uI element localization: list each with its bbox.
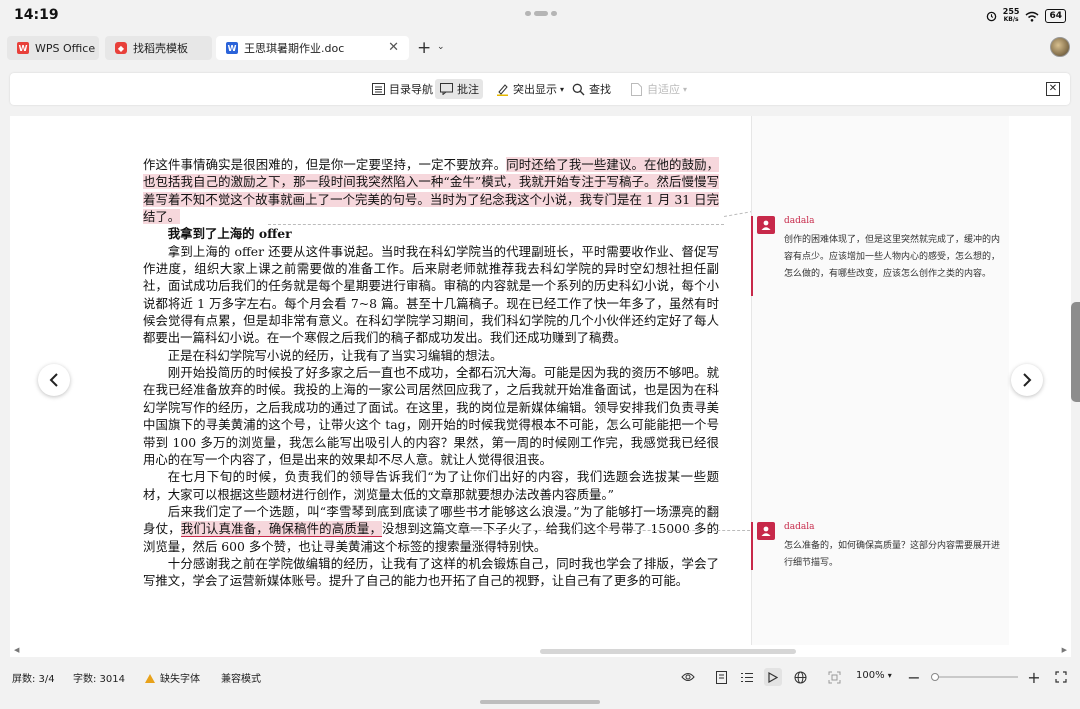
close-tab-icon[interactable]: ✕ bbox=[388, 40, 399, 55]
paragraph: 十分感谢我之前在学院做编辑的经历，让我有了这样的机会锻炼自己，同时我也学会了排版… bbox=[143, 555, 719, 589]
web-view-icon[interactable] bbox=[791, 668, 809, 686]
comments-button[interactable]: 批注 bbox=[435, 79, 483, 99]
status-icons: 255 KB/s 64 bbox=[986, 8, 1066, 24]
paragraph: 拿到上海的 offer 还要从这件事说起。当时我在科幻学院当的代理副班长，平时需… bbox=[143, 243, 719, 346]
docer-icon: ◆ bbox=[115, 42, 127, 54]
paragraph: 刚开始投简历的时候投了好多家之后一直也不成功，全都石沉大海。可能是因为我的资历不… bbox=[143, 365, 719, 467]
outline-nav-button[interactable]: 目录导航 bbox=[367, 79, 437, 99]
wifi-icon bbox=[1025, 11, 1039, 22]
paragraph-text: 作这件事情确实是很困难的，但是你一定要坚持，一定不要放弃。 bbox=[143, 157, 507, 172]
commented-text-2[interactable]: 我们认真准备，确保稿件的高质量， bbox=[180, 521, 383, 538]
tab-docer-templates[interactable]: ◆ 找稻壳模板 bbox=[105, 36, 212, 60]
comment-icon bbox=[439, 82, 453, 96]
tab-wps-office[interactable]: W WPS Office bbox=[7, 36, 99, 60]
home-indicator[interactable] bbox=[480, 700, 600, 704]
missing-font-button[interactable]: 缺失字体 bbox=[145, 670, 200, 685]
comment-card[interactable]: dadala 创作的困难体现了，但是这里突然就完成了，缓冲的内容有点少。应该增加… bbox=[751, 216, 1002, 296]
user-avatar-icon bbox=[757, 216, 775, 234]
scroll-left-icon[interactable]: ◀ bbox=[14, 646, 19, 654]
document-status-bar: 屏数: 3/4 字数: 3014 缺失字体 兼容模式 100% ▾ − + bbox=[0, 666, 1080, 688]
outline-icon bbox=[371, 82, 385, 96]
chevron-down-icon[interactable]: ⌄ bbox=[437, 42, 445, 52]
document-area: 作这件事情确实是很困难的，但是你一定要坚持，一定不要放弃。同时还给了我一些建议。… bbox=[10, 116, 1071, 657]
fullscreen-icon[interactable] bbox=[1052, 668, 1070, 686]
tab-label: 找稻壳模板 bbox=[133, 42, 188, 55]
autofit-button[interactable]: 自适应 ▾ bbox=[625, 79, 691, 99]
chevron-left-icon bbox=[49, 373, 58, 387]
zoom-slider-handle[interactable] bbox=[931, 673, 939, 681]
zoom-slider[interactable] bbox=[934, 676, 1018, 678]
word-doc-icon: W bbox=[226, 42, 238, 54]
outline-view-icon[interactable] bbox=[738, 668, 756, 686]
chevron-down-icon: ▾ bbox=[560, 84, 565, 94]
compat-mode-label: 兼容模式 bbox=[221, 674, 261, 685]
add-tab-icon[interactable]: + bbox=[417, 38, 431, 58]
alarm-icon bbox=[986, 11, 997, 21]
avatar[interactable] bbox=[1050, 37, 1070, 57]
reading-toolbar: 目录导航 批注 突出显示 ▾ 查找 自适应 ▾ ✕ bbox=[10, 73, 1070, 105]
comment-text: 创作的困难体现了，但是这里突然就完成了，缓冲的内容有点少。应该增加一些人物内心的… bbox=[784, 235, 1001, 279]
exit-reading-mode-icon[interactable]: ✕ bbox=[1046, 82, 1060, 96]
scroll-right-icon[interactable]: ▶ bbox=[1062, 646, 1067, 654]
tab-document[interactable]: W 王思琪暑期作业.doc ✕ bbox=[216, 36, 409, 60]
comment-author: dadala bbox=[784, 216, 815, 226]
zoom-level[interactable]: 100% ▾ bbox=[856, 670, 892, 681]
fit-screen-icon[interactable] bbox=[825, 668, 843, 686]
highlighter-icon bbox=[495, 82, 509, 96]
paragraph: 在七月下旬的时候，负责我们的领导告诉我们“为了让你们出好的内容，我们选题会选拔某… bbox=[143, 469, 719, 502]
net-speed: 255 KB/s bbox=[1002, 7, 1020, 24]
find-button[interactable]: 查找 bbox=[567, 79, 615, 99]
tab-bar: W WPS Office ◆ 找稻壳模板 W 王思琪暑期作业.doc ✕ + ⌄ bbox=[0, 33, 1080, 63]
user-avatar-icon bbox=[757, 522, 775, 540]
chevron-down-icon: ▾ bbox=[683, 84, 688, 94]
comment-leader-line bbox=[414, 530, 760, 531]
highlight-display-button[interactable]: 突出显示 ▾ bbox=[491, 79, 568, 99]
comment-leader-line bbox=[268, 224, 724, 225]
paragraph: 正是在科幻学院写小说的经历，让我有了当实习编辑的想法。 bbox=[167, 347, 503, 363]
next-page-button[interactable] bbox=[1011, 364, 1043, 396]
tab-label: WPS Office bbox=[35, 41, 96, 55]
wps-logo-icon: W bbox=[17, 42, 29, 54]
scrollbar-thumb[interactable] bbox=[540, 649, 796, 654]
zoom-in-icon[interactable]: + bbox=[1025, 668, 1043, 687]
side-panel-handle[interactable] bbox=[1071, 302, 1080, 402]
battery-indicator: 64 bbox=[1045, 9, 1066, 23]
comment-card[interactable]: dadala 怎么准备的，如何确保高质量？这部分内容需要展开进行细节描写。 bbox=[751, 522, 1002, 570]
document-body[interactable]: 作这件事情确实是很困难的，但是你一定要坚持，一定不要放弃。同时还给了我一些建议。… bbox=[143, 156, 719, 590]
page-fit-icon bbox=[629, 82, 643, 96]
play-icon[interactable] bbox=[764, 668, 782, 686]
tab-label: 王思琪暑期作业.doc bbox=[244, 42, 345, 55]
status-time: 14:19 bbox=[14, 7, 59, 23]
multitask-dots[interactable] bbox=[525, 11, 557, 16]
page-count: 屏数: 3/4 bbox=[12, 674, 55, 685]
word-count[interactable]: 字数: 3014 bbox=[73, 670, 125, 685]
chevron-right-icon bbox=[1023, 373, 1032, 387]
document-page[interactable]: 作这件事情确实是很困难的，但是你一定要坚持，一定不要放弃。同时还给了我一些建议。… bbox=[10, 116, 752, 645]
search-icon bbox=[571, 82, 585, 96]
comment-text: 怎么准备的，如何确保高质量？这部分内容需要展开进行细节描写。 bbox=[784, 541, 1001, 568]
chevron-down-icon: ▾ bbox=[887, 671, 892, 680]
eye-icon[interactable] bbox=[679, 668, 697, 686]
comment-author: dadala bbox=[784, 522, 815, 532]
system-status-bar: 14:19 255 KB/s 64 bbox=[0, 0, 1080, 32]
section-heading: 我拿到了上海的 offer bbox=[167, 226, 292, 242]
warning-icon bbox=[145, 674, 155, 683]
horizontal-scrollbar[interactable]: ◀ ▶ bbox=[10, 645, 1071, 657]
zoom-out-icon[interactable]: − bbox=[905, 668, 923, 687]
page-view-icon[interactable] bbox=[712, 668, 730, 686]
comment-pane: dadala 创作的困难体现了，但是这里突然就完成了，缓冲的内容有点少。应该增加… bbox=[751, 116, 1009, 645]
previous-page-button[interactable] bbox=[38, 364, 70, 396]
